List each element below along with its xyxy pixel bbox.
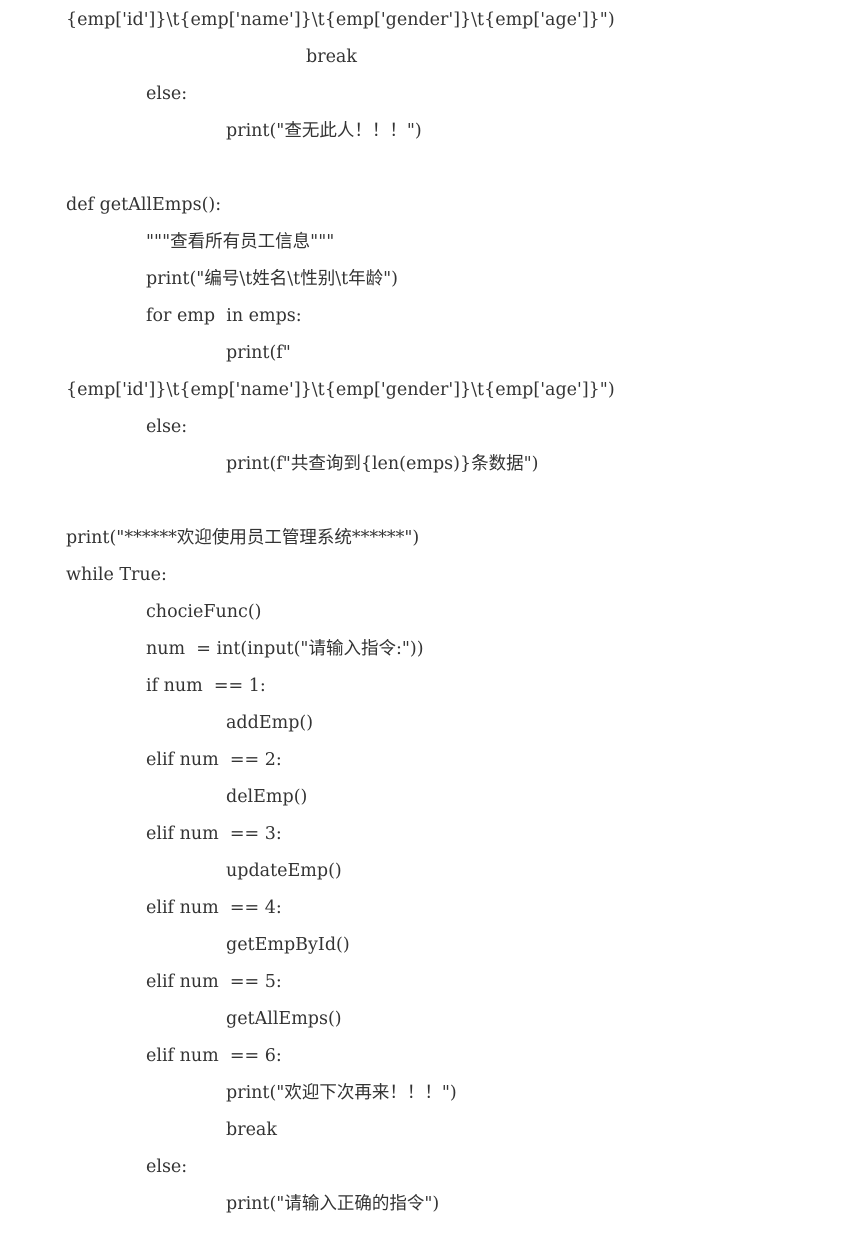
code-line: while True:	[66, 565, 167, 585]
code-line: elif num == 5:	[146, 972, 282, 992]
code-line: elif num == 2:	[146, 750, 282, 770]
code-document: {emp['id']}\t{emp['name']}\t{emp['gender…	[0, 0, 864, 1236]
code-line: print("查无此人！！！")	[226, 121, 422, 141]
code-line: print(f"共查询到{len(emps)}条数据")	[226, 454, 539, 474]
code-line: elif num == 4:	[146, 898, 282, 918]
code-line: for emp in emps:	[146, 306, 302, 326]
code-line: print("欢迎下次再来！！！")	[226, 1083, 457, 1103]
code-line: {emp['id']}\t{emp['name']}\t{emp['gender…	[66, 10, 615, 30]
code-line: def getAllEmps():	[66, 195, 222, 215]
code-line: """查看所有员工信息"""	[146, 232, 335, 252]
code-line: delEmp()	[226, 787, 308, 807]
code-line: elif num == 6:	[146, 1046, 282, 1066]
code-line: chocieFunc()	[146, 602, 262, 622]
code-line: else:	[146, 84, 188, 104]
code-line: else:	[146, 417, 188, 437]
code-line: {emp['id']}\t{emp['name']}\t{emp['gender…	[66, 380, 615, 400]
code-line: getEmpById()	[226, 935, 350, 955]
code-line: break	[226, 1120, 277, 1140]
code-line: else:	[146, 1157, 188, 1177]
code-line: print("编号\t姓名\t性别\t年龄")	[146, 269, 399, 289]
code-line: print("******欢迎使用员工管理系统******")	[66, 528, 420, 548]
code-line: if num == 1:	[146, 676, 266, 696]
code-line: print(f"	[226, 343, 291, 363]
code-line: addEmp()	[226, 713, 314, 733]
code-line: updateEmp()	[226, 861, 342, 881]
code-line: break	[306, 47, 357, 67]
code-line: num = int(input("请输入指令:"))	[146, 639, 424, 659]
code-line: print("请输入正确的指令")	[226, 1194, 440, 1214]
code-line: getAllEmps()	[226, 1009, 342, 1029]
code-line: elif num == 3:	[146, 824, 282, 844]
